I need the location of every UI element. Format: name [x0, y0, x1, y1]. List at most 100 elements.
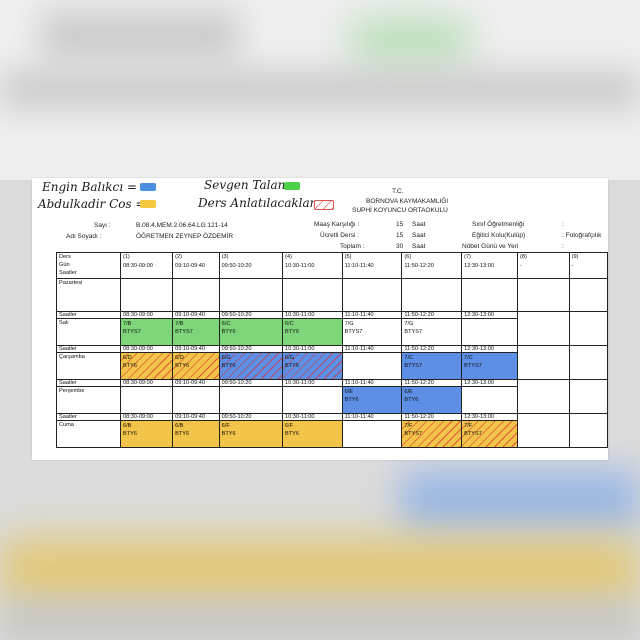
day-row: Saatler Çarşamba 08:30-09:00 6/D BTY6 09:10-0…: [56, 345, 608, 380]
lesson-code: BTY6: [285, 363, 300, 369]
lesson-cell: 11:50-12:20 6/E BTY6: [401, 379, 463, 414]
lesson-cell: 09:10-09:40 6/D BTY6: [172, 345, 220, 380]
lesson-time: 10:30-11:00: [283, 415, 342, 421]
lesson-body: 6/F BTY6: [283, 421, 342, 447]
schedule-table: Ders Gün Saatler (1) 08:30-09:00 (2) 09:10-09:…: [56, 252, 608, 448]
legend-ders-label: Ders Anlatılacaklar =: [198, 196, 330, 210]
ucretli-unit: Saat: [412, 232, 426, 239]
saatler-label: Saatler: [57, 381, 120, 387]
lesson-cell: [172, 278, 220, 312]
sinif-sep: :: [562, 221, 564, 228]
header-tc: T.C.: [392, 188, 404, 195]
lesson-cell: 09:10-09:40: [172, 379, 220, 414]
lesson-body: [284, 387, 342, 413]
lesson-body: 6/C BTY6: [220, 319, 282, 345]
lesson-cell: 09:50-10:20 6/F BTY6: [218, 413, 284, 448]
day-name: Çarşamba: [59, 354, 85, 360]
lesson-cell: 08:30-09:00 6/D BTY6: [119, 345, 174, 380]
day-row: Saatler Perşembe 08:30-09:00 09:10-09:40 09:…: [56, 379, 608, 414]
lesson-body: 7/C BTYS7: [402, 353, 461, 379]
lesson-body: 7/B BTYS7: [121, 319, 172, 345]
lesson-time: 10:30-11:00: [283, 381, 342, 387]
lesson-time: 11:50-12:20: [402, 381, 461, 387]
day-label-cell: Saatler Çarşamba: [56, 345, 121, 380]
lesson-cell: [568, 413, 608, 448]
lesson-time: 11:50-12:20: [402, 347, 461, 353]
lesson-cell: [517, 413, 570, 448]
saatler-label: Saatler: [57, 415, 120, 421]
lesson-body: 7/F BTYS7: [402, 421, 461, 447]
period-time: -: [571, 263, 574, 269]
lesson-cell: 11:10-11:40 6/E BTY6: [341, 379, 403, 414]
legend-engin-swatch: [140, 183, 156, 191]
lesson-time: 09:50-10:20: [220, 347, 282, 353]
lesson-time: 12:30-13:00: [462, 313, 517, 319]
lesson-time: 08:30-09:00: [121, 347, 172, 353]
lesson-class: 6/B: [122, 423, 132, 429]
background-blur: [400, 470, 640, 530]
lesson-time: 09:50-10:20: [220, 415, 282, 421]
lesson-class: 7/F: [404, 423, 413, 429]
lesson-code: BTY6: [221, 431, 236, 437]
lesson-cell: 12:30-13:00 7/F BTYS7: [461, 413, 519, 448]
header-row: Ders Gün Saatler (1) 08:30-09:00 (2) 09:10-09:…: [56, 252, 608, 279]
lesson-code: BTYS7: [404, 431, 423, 437]
lesson-class: 6/F: [285, 423, 294, 429]
lesson-class: 7/B: [175, 321, 184, 327]
lesson-time: 08:30-09:00: [121, 415, 172, 421]
toplam-value: 30: [396, 243, 404, 250]
header-kaymakamlik: BORNOVA KAYMAKAMLIĞI: [366, 198, 449, 205]
lesson-body: 6/D BTY6: [121, 353, 172, 379]
lesson-code: BTY6: [175, 363, 190, 369]
lesson-body: 6/G BTY6: [283, 353, 342, 379]
lesson-class: 6/E: [404, 389, 413, 395]
day-row: Saatler Cuma 08:30-09:00 6/B BTY6 09:10-09:40…: [56, 413, 608, 448]
ucretli-value: 15: [396, 232, 404, 239]
period-header: (7) 12:30-13:00: [461, 252, 519, 279]
lesson-time: 12:30-13:00: [462, 347, 517, 353]
day-name: Cuma: [59, 422, 74, 428]
lesson-class: 7/F: [464, 423, 473, 429]
lesson-cell: 11:50-12:20 7/G BTYS7: [401, 311, 463, 346]
lesson-code: BTY6: [122, 363, 137, 369]
lesson-time: 12:30-13:00: [462, 415, 517, 421]
lesson-code: BTY6: [285, 431, 300, 437]
lesson-cell: 12:30-13:00: [461, 311, 519, 346]
lesson-code: BTYS7: [464, 431, 482, 437]
lesson-time: 09:10-09:40: [173, 347, 219, 353]
lesson-time: 09:10-09:40: [173, 415, 219, 421]
lesson-cell: [401, 278, 463, 312]
lesson-cell: [517, 278, 570, 312]
lesson-class: 6/G: [285, 355, 295, 361]
period-number: (3): [221, 254, 229, 260]
lesson-cell: 09:50-10:20: [218, 379, 284, 414]
legend-abdulkadir-label: Abdulkadir Cos =: [38, 197, 146, 211]
period-number: (8): [520, 254, 527, 260]
lesson-cell: [218, 278, 284, 312]
lesson-cell: [461, 278, 519, 312]
lesson-class: 6/D: [122, 355, 132, 361]
background-blur: [0, 70, 640, 110]
maas-value: 15: [396, 221, 404, 228]
lesson-code: BTY6: [122, 431, 137, 437]
period-header: (6) 11:50-12:20: [401, 252, 463, 279]
lesson-cell: 09:50-10:20 6/C BTY6: [218, 311, 284, 346]
background-blur: [0, 600, 640, 640]
lesson-cell: 10:30-11:00 6/G BTY6: [282, 345, 343, 380]
lesson-class: 6/B: [175, 423, 184, 429]
day-label-cell: Saatler Salı: [56, 311, 121, 346]
lesson-code: BTYS7: [175, 329, 193, 335]
lesson-time: 09:10-09:40: [173, 381, 219, 387]
period-number: (6): [404, 254, 412, 260]
lesson-time: 11:10-11:40: [343, 415, 401, 421]
lesson-body: 6/F BTY6: [220, 421, 282, 447]
lesson-class: 7/C: [464, 355, 473, 361]
lesson-cell: 11:10-11:40: [341, 345, 403, 380]
lesson-body: [343, 421, 401, 447]
period-number: (9): [571, 254, 579, 260]
lesson-class: 6/F: [221, 423, 230, 429]
lesson-cell: 11:50-12:20 7/C BTYS7: [401, 345, 463, 380]
maas-unit: Saat: [412, 221, 426, 228]
ucretli-label: Ücretli Dersi :: [320, 232, 360, 239]
lesson-body: 6/B BTY6: [121, 421, 172, 447]
